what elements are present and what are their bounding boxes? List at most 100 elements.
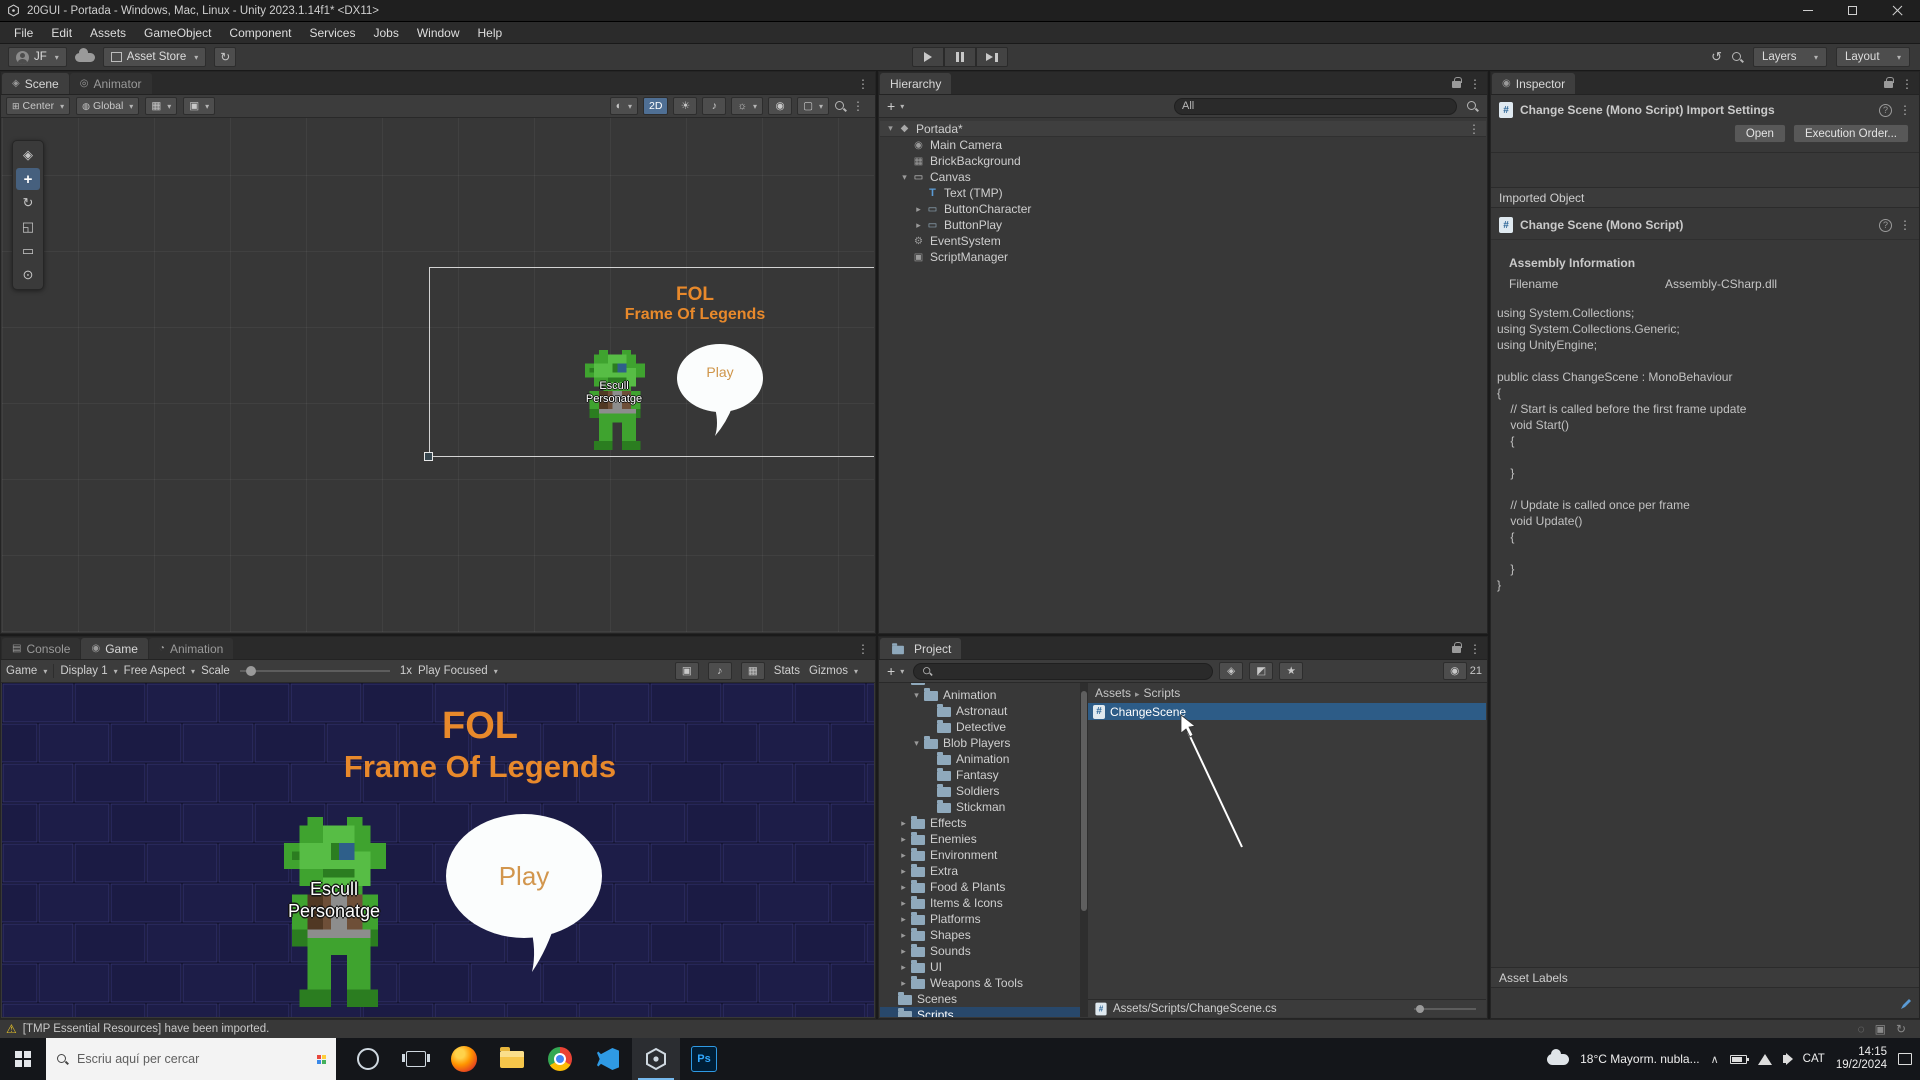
tab-console[interactable]: ▤Console — [2, 638, 80, 659]
firefox-button[interactable] — [440, 1038, 488, 1080]
scale-tool-button[interactable]: ◱ — [16, 216, 40, 238]
cloud-services-icon[interactable] — [75, 53, 95, 62]
foldout-arrow-icon[interactable]: ▸ — [897, 882, 910, 893]
hierarchy-item-portada[interactable]: ▾Portada* — [880, 121, 1486, 137]
foldout-arrow-icon[interactable]: ▸ — [897, 850, 910, 861]
file-explorer-button[interactable] — [488, 1038, 536, 1080]
foldout-arrow-icon[interactable]: ▾ — [897, 683, 910, 685]
foldout-arrow-icon[interactable]: ▸ — [897, 978, 910, 989]
display-dropdown[interactable]: Display 1 — [60, 665, 117, 677]
play-button-label[interactable]: Play — [677, 364, 763, 380]
stats-button[interactable]: Stats — [774, 665, 800, 677]
foldout-arrow-icon[interactable]: ▾ — [910, 690, 923, 701]
wifi-icon[interactable] — [1758, 1054, 1772, 1065]
project-search-field[interactable] — [913, 663, 1213, 680]
camera-settings-dropdown[interactable]: ▢ — [797, 97, 829, 115]
tab-inspector[interactable]: ◉Inspector — [1492, 73, 1575, 94]
foldout-arrow-icon[interactable]: ▾ — [898, 172, 911, 183]
hierarchy-item-eventsystem[interactable]: EventSystem — [880, 233, 1486, 249]
menu-component[interactable]: Component — [220, 26, 300, 40]
audio-toggle[interactable]: ♪ — [702, 97, 726, 115]
zoom-slider-thumb[interactable] — [1416, 1005, 1424, 1013]
asset-store-button[interactable]: Asset Store — [103, 47, 206, 67]
search-icon[interactable] — [1731, 51, 1744, 64]
hierarchy-search-icon[interactable] — [1466, 100, 1479, 113]
hierarchy-item-brickbackground[interactable]: BrickBackground — [880, 153, 1486, 169]
project-folder-detective[interactable]: Detective — [880, 719, 1080, 735]
status-refresh-icon[interactable]: ↻ — [1896, 1022, 1906, 1036]
view-tool-button[interactable]: ◈ — [16, 144, 40, 166]
cortana-button[interactable] — [344, 1038, 392, 1080]
transform-tool-button[interactable]: ⊙ — [16, 264, 40, 286]
menu-window[interactable]: Window — [408, 26, 469, 40]
status-message[interactable]: [TMP Essential Resources] have been impo… — [23, 1023, 270, 1035]
hierarchy-item-scriptmanager[interactable]: ScriptManager — [880, 249, 1486, 265]
project-folder-platforms[interactable]: ▸Platforms — [880, 911, 1080, 927]
scene-viewport[interactable]: FOL Frame Of Legends EscullPersonatge Pl… — [2, 118, 874, 632]
account-dropdown[interactable]: JF — [8, 47, 67, 67]
help-icon[interactable]: ? — [1879, 219, 1892, 232]
volume-icon[interactable] — [1783, 1055, 1788, 1063]
tab-project[interactable]: Project — [880, 638, 961, 659]
canvas-gizmo-handle[interactable] — [424, 452, 433, 461]
rect-tool-button[interactable]: ▭ — [16, 240, 40, 262]
open-button[interactable]: Open — [1734, 124, 1786, 143]
thumbnail-zoom-slider[interactable] — [1414, 1008, 1476, 1010]
mute-audio-icon[interactable]: ♪ — [708, 662, 732, 680]
play-button[interactable] — [912, 47, 944, 67]
start-button[interactable] — [0, 1038, 46, 1080]
tab-animator[interactable]: ◎Animator — [70, 73, 152, 94]
create-asset-button[interactable] — [884, 663, 907, 679]
edit-labels-icon[interactable] — [1899, 997, 1913, 1011]
play-button-label[interactable]: Play — [454, 861, 594, 892]
foldout-arrow-icon[interactable]: ▸ — [897, 818, 910, 829]
play-speech-bubble[interactable] — [442, 810, 612, 990]
menu-services[interactable]: Services — [300, 26, 364, 40]
hierarchy-search-field[interactable]: All — [1174, 98, 1457, 115]
tab-animation[interactable]: ◔Animation — [149, 638, 233, 659]
project-folder-enemies[interactable]: ▸Enemies — [880, 831, 1080, 847]
foldout-arrow-icon[interactable]: ▸ — [897, 898, 910, 909]
scene-more-icon[interactable] — [852, 99, 864, 113]
aspect-dropdown[interactable]: Free Aspect — [124, 665, 195, 677]
character-button-label[interactable]: EscullPersonatge — [554, 380, 674, 406]
effects-dropdown[interactable]: ☼ — [731, 97, 763, 115]
scene-menu-icon[interactable] — [857, 77, 869, 91]
project-folder-astronaut[interactable]: Astronaut — [880, 703, 1080, 719]
project-folder-animation[interactable]: ▾Animation — [880, 687, 1080, 703]
taskbar-clock[interactable]: 14:15 19/2/2024 — [1836, 1046, 1887, 1072]
project-folder-stickman[interactable]: Stickman — [880, 799, 1080, 815]
menu-gameobject[interactable]: GameObject — [135, 26, 220, 40]
weather-text[interactable]: 18°C Mayorm. nubla... — [1580, 1052, 1700, 1066]
inspector-menu-icon[interactable] — [1901, 77, 1913, 91]
play-focused-dropdown[interactable]: Play Focused — [418, 665, 498, 677]
search-by-label-icon[interactable]: ◩ — [1249, 662, 1273, 680]
pause-button[interactable] — [944, 47, 976, 67]
foldout-arrow-icon[interactable]: ▸ — [912, 220, 925, 231]
create-object-button[interactable] — [884, 98, 907, 114]
language-indicator[interactable]: CAT — [1803, 1053, 1825, 1065]
task-view-button[interactable] — [392, 1038, 440, 1080]
project-folder-weapons-tools[interactable]: ▸Weapons & Tools — [880, 975, 1080, 991]
visibility-toggle[interactable]: ◉ — [768, 97, 792, 115]
lock-icon[interactable] — [1884, 81, 1893, 88]
project-folder-scenes[interactable]: Scenes — [880, 991, 1080, 1007]
hierarchy-item-canvas[interactable]: ▾Canvas — [880, 169, 1486, 185]
scale-slider[interactable] — [240, 670, 390, 672]
tab-game[interactable]: ◉Game — [81, 638, 147, 659]
snap-settings-dropdown[interactable]: ▣ — [183, 97, 215, 115]
rotate-tool-button[interactable]: ↻ — [16, 192, 40, 214]
battery-icon[interactable] — [1730, 1055, 1747, 1064]
vscode-button[interactable] — [584, 1038, 632, 1080]
game-menu-icon[interactable] — [857, 642, 869, 656]
hierarchy-menu-icon[interactable] — [1469, 77, 1481, 91]
maximize-button[interactable] — [1830, 0, 1875, 21]
grid-visibility-dropdown[interactable]: ▦ — [145, 97, 177, 115]
game-view-dropdown[interactable]: Game — [6, 665, 47, 677]
project-folder-scripts[interactable]: Scripts — [880, 1007, 1080, 1017]
project-folder-animation[interactable]: Animation — [880, 751, 1080, 767]
undo-history-icon[interactable]: ↺ — [1711, 49, 1722, 65]
project-folder-extra[interactable]: ▸Extra — [880, 863, 1080, 879]
2d-toggle[interactable]: 2D — [643, 97, 668, 115]
search-by-type-icon[interactable]: ◈ — [1219, 662, 1243, 680]
